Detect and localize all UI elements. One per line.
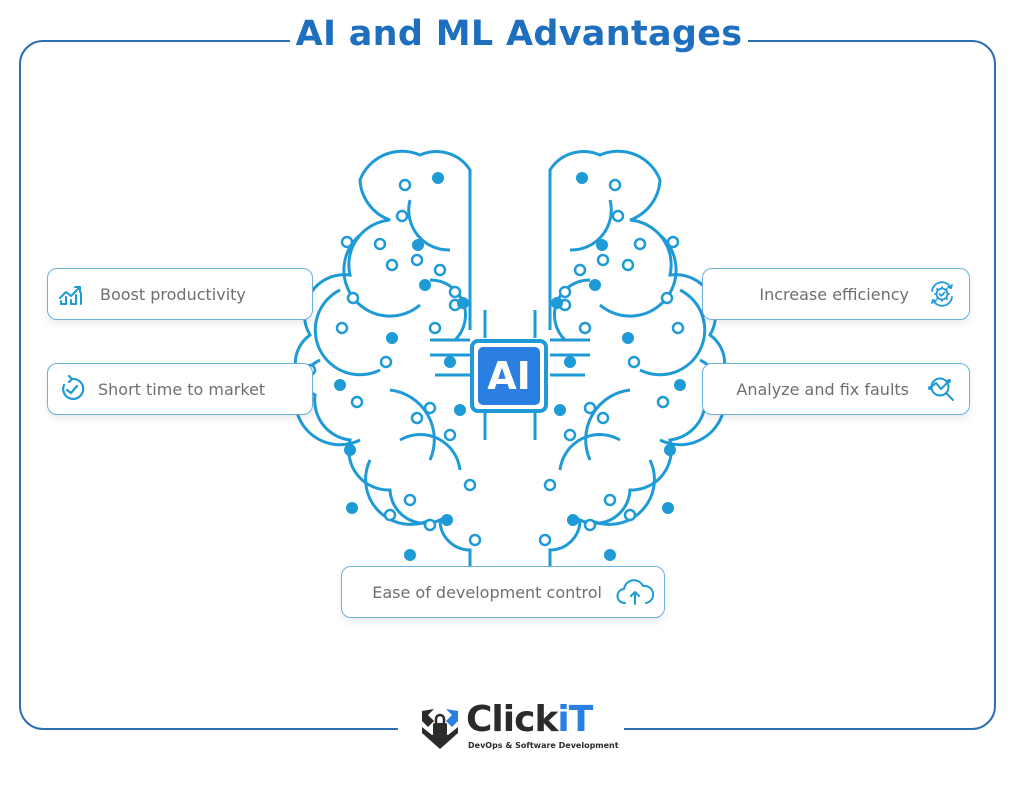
advantage-card-analyze-and-fix-faults: Analyze and fix faults [702,363,970,415]
circuit-node-hollow [385,258,399,272]
circuit-node-filled [457,297,469,309]
gear-cycle-icon [931,281,953,307]
circuit-node-hollow [428,321,442,335]
circuit-node-hollow [350,395,364,409]
circuit-node-hollow [433,263,447,277]
circuit-node-hollow [596,411,610,425]
circuit-node-hollow [410,253,424,267]
circuit-node-hollow [656,395,670,409]
circuit-node-filled [576,172,588,184]
circuit-node-hollow [463,478,477,492]
circuit-node-hollow [538,533,552,547]
circuit-node-filled [554,404,566,416]
circuit-node-filled [386,332,398,344]
circuit-node-hollow [633,237,647,251]
circuit-node-hollow [621,258,635,272]
logo-name-main: Click [466,699,558,740]
circuit-node-filled [551,297,563,309]
advantage-card-boost-productivity: Boost productivity [47,268,313,320]
advantage-label: Boost productivity [100,284,246,304]
circuit-node-filled [674,379,686,391]
circuit-node-hollow [398,178,412,192]
ai-chip-label: AI [478,347,540,405]
circuit-node-filled [567,514,579,526]
circuit-node-hollow [448,285,462,299]
brain-circuit-trace [589,459,656,526]
logo-wordmark: ClickiT [466,699,593,740]
circuit-node-filled [664,444,676,456]
circuit-node-hollow [346,291,360,305]
circuit-node-filled [454,404,466,416]
circuit-node-hollow [340,235,354,249]
circuit-node-filled [346,502,358,514]
advantage-label: Short time to market [98,379,266,399]
circuit-node-filled [404,549,416,561]
shield-lock-icon [422,709,458,749]
brain-circuit-trace [364,459,431,526]
circuit-node-hollow [443,428,457,442]
circuit-node-hollow [558,285,572,299]
circuit-node-filled [419,279,431,291]
logo-name-accent: iT [557,699,593,740]
circuit-node-hollow [627,355,641,369]
circuit-node-hollow [603,493,617,507]
advantage-label: Analyze and fix faults [736,379,909,399]
advantage-label: Ease of development control [372,582,602,602]
circuit-node-hollow [423,401,437,415]
circuit-node-filled [412,239,424,251]
circuit-node-hollow [583,401,597,415]
advantage-label: Increase efficiency [759,284,909,304]
circuit-node-filled [334,379,346,391]
circuit-node-hollow [608,178,622,192]
page-title: AI and ML Advantages [295,14,743,54]
circuit-node-hollow [468,533,482,547]
circuit-node-filled [344,444,356,456]
circuit-node-filled [596,239,608,251]
brain-circuit-trace [313,288,381,377]
circuit-node-hollow [583,518,597,532]
circuit-node-filled [589,279,601,291]
circuit-node-hollow [573,263,587,277]
advantage-card-ease-of-development-control: Ease of development control [341,566,665,618]
circuit-node-hollow [403,493,417,507]
cloud-upload-icon [616,579,654,605]
brain-circuit-trace [584,388,631,461]
circuit-node-hollow [410,411,424,425]
logo-tagline: DevOps & Software Development [468,741,619,750]
circuit-node-filled [432,172,444,184]
circuit-node-filled [604,549,616,561]
advantage-card-short-time-to-market: Short time to market [47,363,313,415]
circuit-node-filled [662,502,674,514]
circuit-node-filled [622,332,634,344]
circuit-node-hollow [671,321,685,335]
brain-circuit-trace [389,388,436,461]
trending-up-chart-icon [59,286,82,305]
circuit-node-hollow [660,291,674,305]
circuit-node-filled [564,356,576,368]
circuit-node-hollow [543,478,557,492]
circuit-node-hollow [395,209,409,223]
circuit-node-hollow [383,508,397,522]
circuit-node-hollow [578,321,592,335]
circuit-node-hollow [623,508,637,522]
ai-chip: AI [470,339,548,413]
circuit-node-filled [444,356,456,368]
circuit-node-hollow [596,253,610,267]
circuit-node-hollow [666,235,680,249]
brain-circuit-trace [639,288,707,377]
circuit-node-hollow [423,518,437,532]
circuit-node-hollow [335,321,349,335]
circuit-node-hollow [379,355,393,369]
circuit-node-hollow [373,237,387,251]
clock-check-icon [62,375,85,400]
advantage-card-increase-efficiency: Increase efficiency [702,268,970,320]
circuit-node-filled [441,514,453,526]
circuit-node-hollow [611,209,625,223]
circuit-node-hollow [563,428,577,442]
search-analytics-icon [928,377,954,401]
clickit-logo: ClickiT DevOps & Software Development [418,699,619,755]
